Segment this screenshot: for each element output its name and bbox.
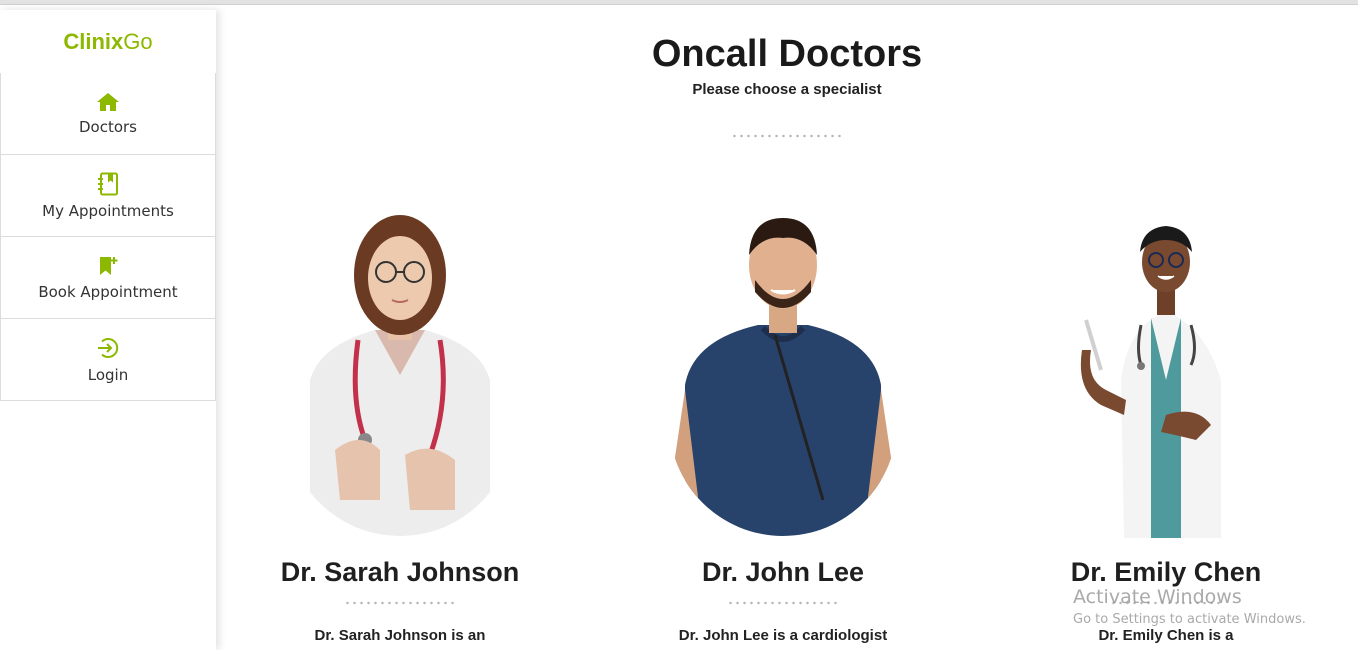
brand-logo[interactable]: Clinix Go (0, 10, 216, 73)
doctor-photo[interactable] (280, 200, 520, 538)
doctor-name[interactable]: Dr. John Lee (653, 557, 913, 588)
doctor-description: Dr. John Lee is a cardiologist (678, 627, 888, 644)
sidebar-item-doctors[interactable]: Doctors (0, 73, 216, 155)
sidebar-item-label: Book Appointment (38, 282, 178, 301)
title-divider (731, 134, 843, 138)
bookmark-plus-icon (97, 255, 119, 277)
doctor-card[interactable]: Dr. John Lee Dr. John Lee is a cardiolog… (653, 200, 913, 644)
name-divider (727, 601, 839, 605)
main-content: Oncall Doctors Please choose a specialis… (216, 5, 1358, 650)
doctor-card[interactable]: Dr. Sarah Johnson Dr. Sarah Johnson is a… (270, 200, 530, 644)
doctor-photo[interactable] (663, 200, 903, 538)
sidebar-item-label: Doctors (78, 117, 137, 136)
watermark-subtitle: Go to Settings to activate Windows. (1073, 612, 1306, 627)
brand-name: Clinix (63, 28, 124, 54)
sidebar-item-my-appointments[interactable]: My Appointments (0, 155, 216, 237)
watermark-title: Activate Windows (1073, 586, 1242, 608)
sidebar-item-book-appointment[interactable]: Book Appointment (0, 237, 216, 319)
windows-activation-watermark: Activate Windows Go to Settings to activ… (1073, 586, 1306, 627)
sidebar-item-label: My Appointments (42, 201, 174, 220)
name-divider (344, 601, 456, 605)
notebook-icon (97, 172, 119, 196)
doctor-card[interactable]: Dr. Emily Chen Dr. Emily Chen is a (1036, 200, 1296, 644)
doctor-photo[interactable] (1046, 200, 1286, 538)
doctor-name[interactable]: Dr. Emily Chen (1036, 557, 1296, 588)
brand-suffix: Go (123, 28, 153, 54)
page-title: Oncall Doctors (651, 33, 923, 75)
doctor-name[interactable]: Dr. Sarah Johnson (270, 557, 530, 588)
login-icon (96, 336, 120, 360)
doctor-description: Dr. Sarah Johnson is an (314, 627, 486, 644)
page-subtitle: Please choose a specialist (692, 81, 882, 98)
home-icon (96, 92, 120, 112)
doctor-description: Dr. Emily Chen is a (1098, 627, 1234, 644)
sidebar: Clinix Go Doctors My Appointments Book Ap… (0, 10, 216, 650)
sidebar-item-label: Login (87, 365, 129, 384)
sidebar-item-login[interactable]: Login (0, 319, 216, 401)
